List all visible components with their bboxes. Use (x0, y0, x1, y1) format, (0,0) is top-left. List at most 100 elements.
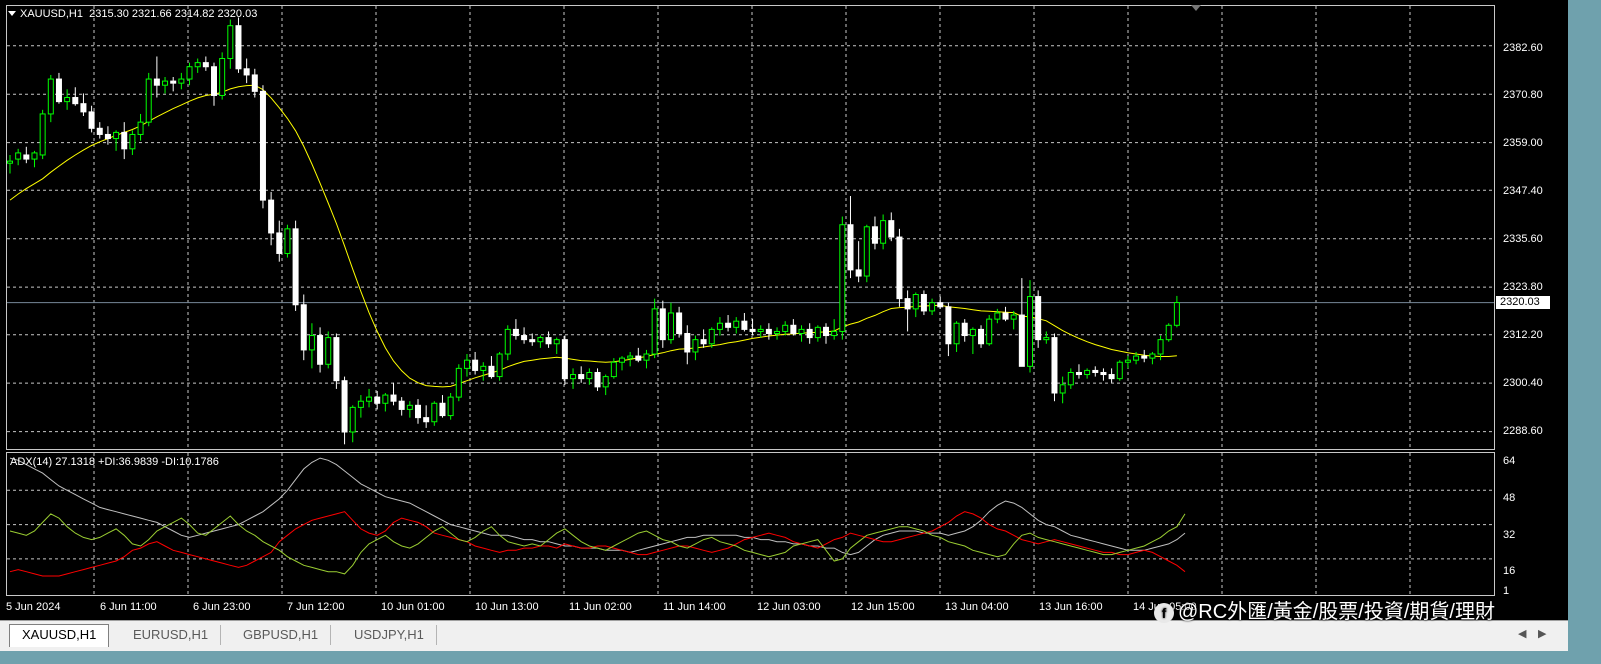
candle-body (969, 328, 976, 337)
price-axis-label: 2323.80 (1503, 281, 1543, 293)
candle-body (349, 406, 356, 433)
candle-body (259, 90, 266, 201)
candle-body (211, 66, 217, 96)
candle-body (570, 374, 577, 380)
symbol-label: XAUUSD,H1 (20, 8, 83, 20)
candle-body (765, 328, 772, 334)
candle-body (292, 228, 299, 306)
candle-body (219, 58, 226, 96)
chart-window[interactable]: XAUUSD,H1 2315.30 2321.66 2314.82 2320.0… (0, 0, 1568, 620)
chart-canvas[interactable] (0, 0, 1568, 620)
candle-body (317, 335, 324, 365)
candle-body (80, 103, 87, 113)
candle-body (733, 320, 740, 328)
candle-body (178, 78, 185, 84)
indicator-axis-label: 64 (1503, 455, 1516, 467)
time-axis-label: 11 Jun 14:00 (663, 601, 726, 613)
candle-body (276, 232, 283, 254)
candle-body (202, 62, 209, 68)
candle-body (374, 396, 381, 404)
candle-body (104, 133, 111, 140)
candle-body (512, 328, 519, 337)
candle-body (700, 339, 707, 345)
indicator-axis-label: 16 (1503, 565, 1516, 577)
price-axis-label: 2312.20 (1503, 329, 1543, 341)
candle-body (659, 308, 666, 341)
candle-body (1059, 384, 1066, 394)
candle-body (978, 328, 985, 345)
candle-body (1157, 339, 1164, 355)
moving-average-line (9, 84, 1177, 388)
tab-scroll-right-icon[interactable]: ▶ (1538, 627, 1546, 640)
collapse-triangle-icon[interactable] (8, 11, 16, 16)
candle-body (1084, 369, 1091, 376)
candle-body (1051, 337, 1058, 394)
candle-body (243, 68, 250, 76)
tab-eurusd[interactable]: EURUSD,H1 (121, 625, 222, 645)
time-axis-label: 11 Jun 02:00 (569, 601, 632, 613)
time-axis-label: 7 Jun 12:00 (287, 601, 345, 613)
tab-xauusd[interactable]: XAUUSD,H1 (9, 624, 110, 647)
symbol-ohlc-label: XAUUSD,H1 2315.30 2321.66 2314.82 2320.0… (20, 8, 257, 20)
candle-body (1149, 353, 1156, 359)
candle-body (529, 339, 536, 343)
candle-body (708, 328, 715, 345)
candle-body (986, 318, 993, 345)
tab-scroll-left-icon[interactable]: ◀ (1518, 627, 1526, 640)
candle-body (153, 78, 160, 86)
candle-body (643, 353, 650, 361)
candle-body (1173, 302, 1180, 326)
candle-body (96, 127, 103, 135)
candle-body (439, 402, 446, 417)
candle-body (1067, 371, 1074, 386)
candle-body (937, 302, 944, 308)
candle-body (23, 154, 30, 160)
candle-body (961, 322, 968, 337)
candle-body (790, 324, 797, 334)
candle-body (398, 400, 405, 410)
candle-body (904, 298, 911, 310)
candle-body (472, 359, 479, 371)
candle-body (186, 66, 193, 80)
candle-body (667, 312, 674, 341)
minus-di-line (9, 511, 1186, 577)
candle-body (627, 355, 634, 359)
candle-body (72, 97, 79, 105)
candle-body (1043, 337, 1050, 341)
candle-body (194, 62, 201, 68)
candle-body (1035, 296, 1042, 341)
chart-shift-icon[interactable] (1191, 5, 1201, 11)
candle-body (423, 417, 430, 423)
candle-body (1027, 296, 1033, 367)
price-axis-label: 2370.80 (1503, 89, 1543, 101)
candle-body (855, 269, 862, 277)
candle-body (1116, 361, 1123, 380)
adx-line (9, 457, 1186, 556)
candle-body (651, 308, 658, 355)
candle-body (578, 374, 585, 380)
candle-body (488, 365, 495, 378)
candle-body (1108, 374, 1115, 380)
candle-body (145, 78, 152, 123)
candle-body (284, 228, 291, 254)
candle-body (610, 361, 617, 378)
candle-body (480, 365, 487, 371)
candle-body (64, 97, 71, 103)
candle-body (88, 111, 95, 129)
candle-body (684, 332, 691, 353)
candle-body (871, 226, 878, 244)
tab-usdjpy[interactable]: USDJPY,H1 (342, 625, 437, 645)
candle-body (537, 337, 544, 343)
candle-body (300, 304, 307, 351)
indicator-axis-label: 48 (1503, 492, 1516, 504)
candle-body (929, 302, 936, 312)
price-axis-label: 2382.60 (1503, 42, 1543, 54)
candle-body (308, 335, 315, 351)
candle-body (31, 152, 38, 160)
candle-body (741, 320, 748, 330)
candle-body (121, 131, 128, 150)
tab-gbpusd[interactable]: GBPUSD,H1 (231, 625, 332, 645)
time-axis-label: 13 Jun 04:00 (945, 601, 1009, 613)
candle-body (382, 394, 389, 404)
candle-body (896, 236, 903, 300)
